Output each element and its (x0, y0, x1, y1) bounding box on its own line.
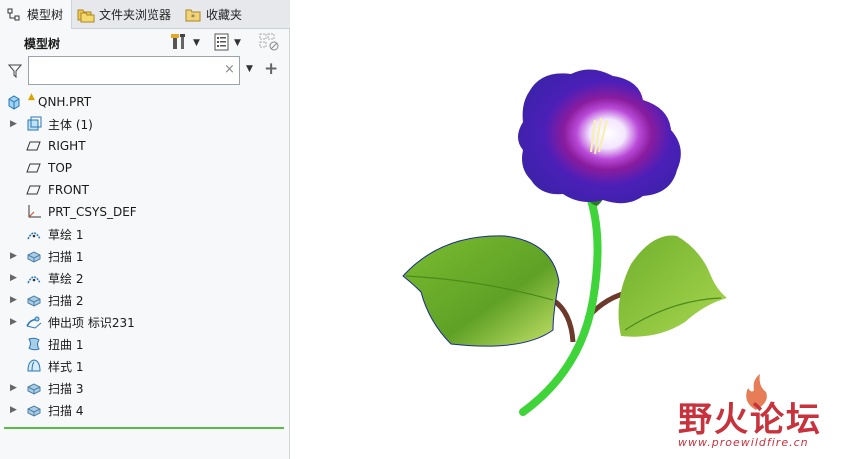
datum-plane-icon (25, 181, 43, 199)
show-dropdown[interactable]: ▼ (213, 32, 241, 54)
tree-item-label: 扫描 3 (48, 381, 84, 396)
tab-label: 文件夹浏览器 (99, 8, 172, 22)
filter-icon[interactable] (7, 64, 23, 81)
model-tree-icon (5, 7, 23, 23)
tree-item[interactable]: TOP (0, 157, 290, 179)
warning-icon: ▲ (28, 92, 35, 102)
tools-icon (170, 32, 190, 55)
expand-icon[interactable]: ▶ (10, 119, 20, 129)
tree-item[interactable]: ▶ 草绘 2 (0, 267, 290, 289)
tree-root-label: QNH.PRT (38, 95, 92, 109)
favorites-icon: * (184, 7, 202, 23)
tree-item[interactable]: ▶ 扫描 3 (0, 377, 290, 399)
tree-item[interactable]: PRT_CSYS_DEF (0, 201, 290, 223)
csys-icon (25, 203, 43, 221)
sweep-icon (25, 247, 43, 265)
sweep-icon (25, 401, 43, 419)
tree-item[interactable]: RIGHT (0, 135, 290, 157)
branch-left (551, 297, 576, 343)
tree-item[interactable]: ▶ 扫描 1 (0, 245, 290, 267)
leaf-right (618, 235, 727, 337)
search-bar: × ▼ + (0, 56, 290, 86)
tree-item-label: 扫描 1 (48, 249, 84, 264)
tree-toolbar: 模型树 ▼ ▼ (0, 30, 290, 56)
tree-item[interactable]: 草绘 1 (0, 223, 290, 245)
tree-item-label: 伸出项 标识231 (48, 315, 135, 330)
tree-item-label: RIGHT (48, 139, 86, 153)
tree-item-label: 草绘 2 (48, 271, 84, 286)
sweep-icon (25, 291, 43, 309)
expand-icon[interactable]: ▶ (10, 383, 20, 393)
tree-item-label: 草绘 1 (48, 227, 84, 242)
search-input[interactable] (28, 56, 240, 85)
clear-icon[interactable]: × (224, 62, 235, 77)
forum-watermark: 野火论坛 www.proewildfire.cn (672, 370, 852, 455)
app-window: 模型树 文件夹浏览器 * 收藏夹 模型树 ▼ ▼ × ▼ + ▲ QNH.PRT… (0, 0, 858, 459)
tree-item[interactable]: ▶ 主体 (1) (0, 113, 290, 135)
sketch-icon (25, 225, 43, 243)
sweep-icon (25, 379, 43, 397)
tree-item-label: 扫描 4 (48, 403, 84, 418)
folder-browser-icon (77, 7, 95, 23)
expand-icon[interactable]: ▶ (10, 251, 20, 261)
tab-folder-browser[interactable]: 文件夹浏览器 (72, 0, 179, 29)
sketch-icon (25, 269, 43, 287)
expand-icon[interactable]: ▶ (10, 405, 20, 415)
list-settings-icon (213, 32, 231, 55)
style-icon (25, 357, 43, 375)
tree-item[interactable]: ▶ 扫描 4 (0, 399, 290, 421)
tree-item-label: 扫描 2 (48, 293, 84, 308)
tree-item-label: TOP (48, 161, 73, 175)
insert-here-marker[interactable] (4, 427, 284, 429)
tree-item-label: 扭曲 1 (48, 337, 84, 352)
warp-icon (25, 335, 43, 353)
tab-model-tree[interactable]: 模型树 (0, 0, 73, 29)
model-tree-panel: 模型树 文件夹浏览器 * 收藏夹 模型树 ▼ ▼ × ▼ + ▲ QNH.PRT… (0, 0, 290, 459)
tree-item[interactable]: 扭曲 1 (0, 333, 290, 355)
body-icon (25, 115, 43, 133)
datum-plane-icon (25, 137, 43, 155)
expand-icon[interactable]: ▶ (10, 295, 20, 305)
panel-tabs: 模型树 文件夹浏览器 * 收藏夹 (0, 0, 290, 29)
watermark-url: www.proewildfire.cn (678, 436, 809, 449)
watermark-title: 野火论坛 (678, 400, 822, 440)
tab-label: 收藏夹 (206, 8, 243, 22)
tree-item[interactable]: ▶ 扫描 2 (0, 289, 290, 311)
protrusion-icon (25, 313, 43, 331)
leaf-left (402, 235, 560, 347)
tree-item[interactable]: FRONT (0, 179, 290, 201)
flower-petals (518, 69, 681, 204)
expand-icon[interactable]: ▶ (10, 317, 20, 327)
tree-root[interactable]: ▲ QNH.PRT (0, 91, 290, 113)
add-icon[interactable]: + (264, 59, 278, 79)
chevron-down-icon: ▼ (234, 38, 241, 48)
datum-plane-icon (25, 159, 43, 177)
settings-dropdown[interactable]: ▼ (170, 32, 200, 54)
tree-item-label: FRONT (48, 183, 89, 197)
tree-item-label: 主体 (1) (48, 117, 93, 132)
tree-item-label: PRT_CSYS_DEF (48, 205, 137, 219)
chevron-down-icon: ▼ (193, 38, 200, 48)
expand-icon[interactable]: ▶ (10, 273, 20, 283)
svg-text:*: * (191, 13, 195, 22)
tree-filter-toggle[interactable] (258, 32, 280, 54)
panel-title: 模型树 (24, 37, 61, 51)
tree-item-label: 样式 1 (48, 359, 84, 374)
tab-favorites[interactable]: * 收藏夹 (179, 0, 250, 29)
tab-label: 模型树 (27, 8, 64, 22)
tree-item[interactable]: ▶ 伸出项 标识231 (0, 311, 290, 333)
part-icon (5, 93, 23, 111)
tree-columns-icon (258, 32, 280, 55)
tree-item[interactable]: 样式 1 (0, 355, 290, 377)
chevron-down-icon[interactable]: ▼ (246, 64, 253, 74)
